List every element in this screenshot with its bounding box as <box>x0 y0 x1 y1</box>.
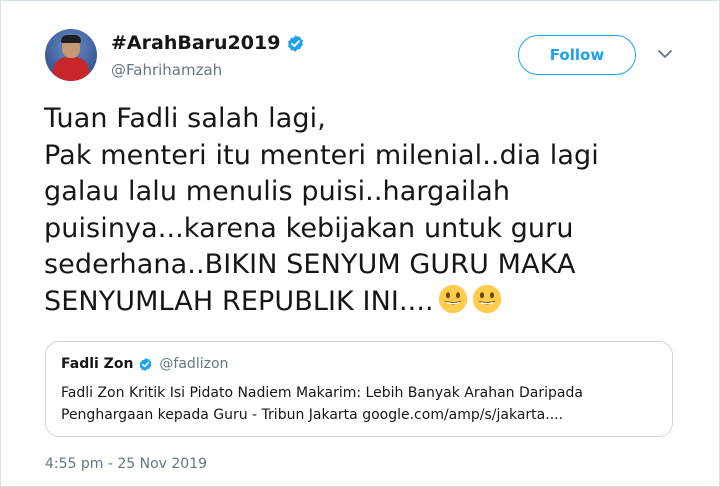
quoted-author-row: Fadli Zon @fadlizon <box>61 356 228 372</box>
author-name-row: #ArahBaru2019 <box>111 32 305 54</box>
tweet-text-line: puisinya...karena kebijakan untuk guru <box>44 212 574 244</box>
author-handle[interactable]: @Fahrihamzah <box>111 61 222 79</box>
quoted-text-line: Fadli Zon Kritik Isi Pidato Nadiem Makar… <box>61 385 583 401</box>
avatar-figure-cap <box>61 35 81 43</box>
smiling-face-emoji-icon <box>438 284 467 313</box>
verified-badge-icon <box>288 34 304 52</box>
quoted-tweet[interactable]: Fadli Zon @fadlizon Fadli Zon Kritik Isi… <box>45 341 673 437</box>
author-display-name[interactable]: #ArahBaru2019 <box>111 32 280 54</box>
chevron-down-icon[interactable] <box>657 48 673 60</box>
follow-button[interactable]: Follow <box>518 35 636 75</box>
smiling-face-emoji-icon <box>472 284 501 313</box>
avatar-figure-body <box>53 57 89 81</box>
quoted-text-line: Penghargaan kepada Guru - Tribun Jakarta… <box>61 407 564 423</box>
verified-badge-icon <box>139 357 152 371</box>
quoted-author-handle: @fadlizon <box>159 356 229 372</box>
tweet-text-line: sederhana..BIKIN SENYUM GURU MAKA <box>44 249 576 280</box>
tweet-text: Tuan Fadli salah lagi, Pak menteri itu m… <box>44 101 684 320</box>
tweet-text-line: SENYUMLAH REPUBLIK INI.... <box>44 285 434 317</box>
quoted-author-name: Fadli Zon <box>61 356 134 372</box>
quoted-text: Fadli Zon Kritik Isi Pidato Nadiem Makar… <box>61 382 583 426</box>
tweet-text-last-line: SENYUMLAH REPUBLIK INI.... <box>44 284 684 321</box>
tweet-timestamp[interactable]: 4:55 pm - 25 Nov 2019 <box>45 456 207 472</box>
tweet-text-line: galau lalu menulis puisi..hargailah <box>44 176 511 207</box>
tweet-text-line: Pak menteri itu menteri milenial..dia la… <box>44 139 599 171</box>
avatar[interactable] <box>45 29 97 81</box>
tweet-text-line: Tuan Fadli salah lagi, <box>44 103 326 134</box>
